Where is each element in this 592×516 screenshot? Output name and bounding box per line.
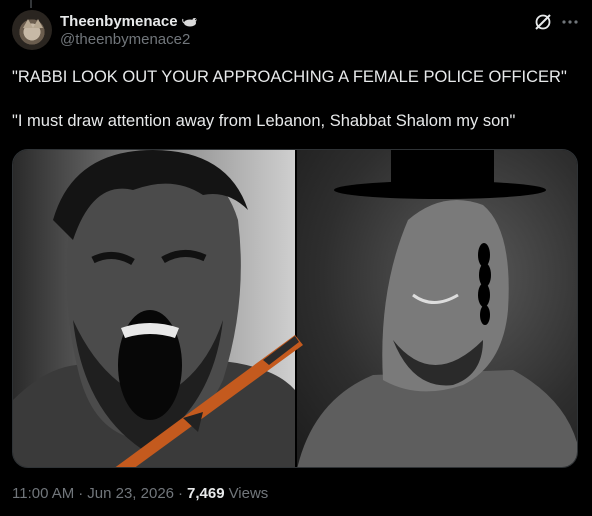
tweet-text: "RABBI LOOK OUT YOUR APPROACHING A FEMAL… (12, 68, 567, 130)
views-label: Views (228, 485, 269, 502)
post-time[interactable]: 11:00 AM (12, 485, 74, 502)
tweet-media[interactable] (12, 149, 578, 468)
grok-icon[interactable] (533, 12, 553, 32)
post-meta: 11:00 AM · Jun 23, 2026 · 7,469 Views (12, 485, 268, 502)
smiling-man-figure (297, 200, 577, 467)
meme-illustration (13, 150, 577, 467)
screaming-man-figure (13, 150, 295, 467)
meta-separator: · (78, 485, 84, 502)
display-name[interactable]: Theenbymenace (60, 13, 178, 30)
more-dots-icon[interactable] (560, 12, 580, 32)
avatar[interactable] (12, 10, 52, 50)
author-handle[interactable]: @theenbymenace2 (60, 31, 190, 48)
author-name-row: Theenbymenace (60, 12, 198, 30)
mouse-emoji-icon (181, 18, 197, 27)
avatar-ear-left (23, 19, 33, 28)
avatar-ear-right (33, 19, 43, 28)
post-date[interactable]: Jun 23, 2026 (87, 485, 174, 502)
black-hat-figure (334, 150, 546, 199)
thread-line (30, 0, 32, 8)
meta-separator-2: · (178, 485, 184, 502)
tweet-post[interactable]: Theenbymenace @theenbymenace2 "RABBI LOO… (0, 0, 592, 516)
views-count: 7,469 (187, 485, 225, 502)
